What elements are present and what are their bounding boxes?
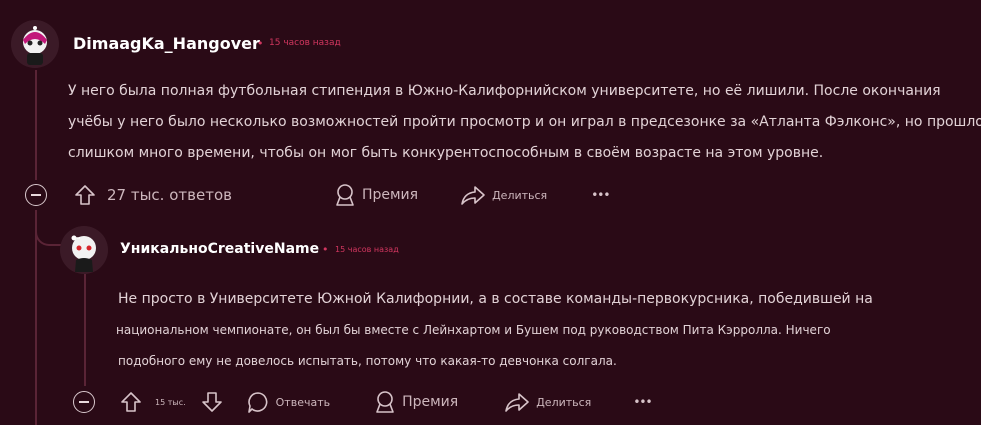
separator-dot: •	[322, 243, 329, 256]
reply-upvote-button[interactable]	[119, 390, 143, 414]
avatar[interactable]	[11, 20, 59, 68]
award-icon	[336, 184, 354, 206]
reply-share-button[interactable]: Делиться	[504, 390, 591, 414]
share-icon	[505, 393, 530, 412]
award-label: Премия	[361, 187, 419, 203]
reply-body: Не просто в Университете Южной Калифорни…	[116, 284, 873, 377]
share-icon	[461, 186, 485, 205]
replies-count[interactable]: 27 тыс. ответов	[107, 186, 232, 204]
upvote-arrow-icon	[121, 392, 141, 412]
comment-timestamp[interactable]: 15 часов назад	[269, 38, 341, 48]
reply-label: Отвечать	[275, 395, 331, 409]
comment-line-1: У него была полная футбольная стипендия …	[68, 83, 941, 99]
reply-avatar[interactable]	[60, 226, 108, 274]
reply-comment-button[interactable]: Отвечать	[246, 390, 330, 414]
comment-line-3: слишком много времени, чтобы он мог быть…	[68, 145, 824, 161]
award-button[interactable]: Премия	[334, 183, 418, 207]
upvote-button[interactable]	[73, 183, 97, 207]
reply-line-2: национальном чемпионате, он был бы вмест…	[116, 323, 831, 337]
separator-dot: •	[257, 37, 264, 50]
snoo-avatar-icon	[11, 20, 59, 68]
reply-downvote-button[interactable]	[200, 390, 224, 414]
comment-bubble-icon	[247, 392, 268, 413]
share-label: Делиться	[536, 395, 592, 409]
reply-timestamp[interactable]: 15 часов назад	[335, 245, 399, 254]
reply-award-button[interactable]: Премия	[374, 390, 458, 414]
thread-line-reply[interactable]	[84, 274, 86, 386]
share-button[interactable]: Делиться	[460, 183, 547, 207]
collapse-reply-button[interactable]	[73, 391, 95, 413]
reply-connector	[35, 210, 61, 246]
reply-line-3: подобного ему не довелось испытать, пото…	[118, 354, 617, 368]
downvote-arrow-icon	[201, 392, 222, 412]
reply-line-1: Не просто в Университете Южной Калифорни…	[118, 291, 873, 307]
award-label: Премия	[402, 394, 459, 410]
comment-username[interactable]: DimaagKa_Hangover	[73, 34, 260, 53]
vote-count: 15 тыс.	[155, 397, 186, 407]
comment-line-2: учёбы у него было несколько возможностей…	[68, 114, 981, 130]
more-options-icon[interactable]: •••	[591, 188, 610, 202]
comment-body: У него была полная футбольная стипендия …	[68, 76, 981, 169]
reply-action-bar: 15 тыс. Отвечать Премия Делиться •••	[119, 389, 653, 415]
comment-action-bar: 27 тыс. ответов Премия Делиться •••	[73, 182, 610, 208]
snoo-avatar-icon	[60, 226, 108, 274]
collapse-thread-button[interactable]	[25, 184, 47, 206]
upvote-arrow-icon	[75, 185, 95, 205]
thread-line-main[interactable]	[35, 70, 37, 180]
share-label: Делиться	[492, 188, 548, 202]
thread-line-main-lower[interactable]	[35, 210, 37, 425]
award-icon	[376, 391, 394, 413]
reply-username[interactable]: УникальноCreativeName	[120, 241, 319, 257]
more-options-icon[interactable]: •••	[633, 395, 652, 409]
